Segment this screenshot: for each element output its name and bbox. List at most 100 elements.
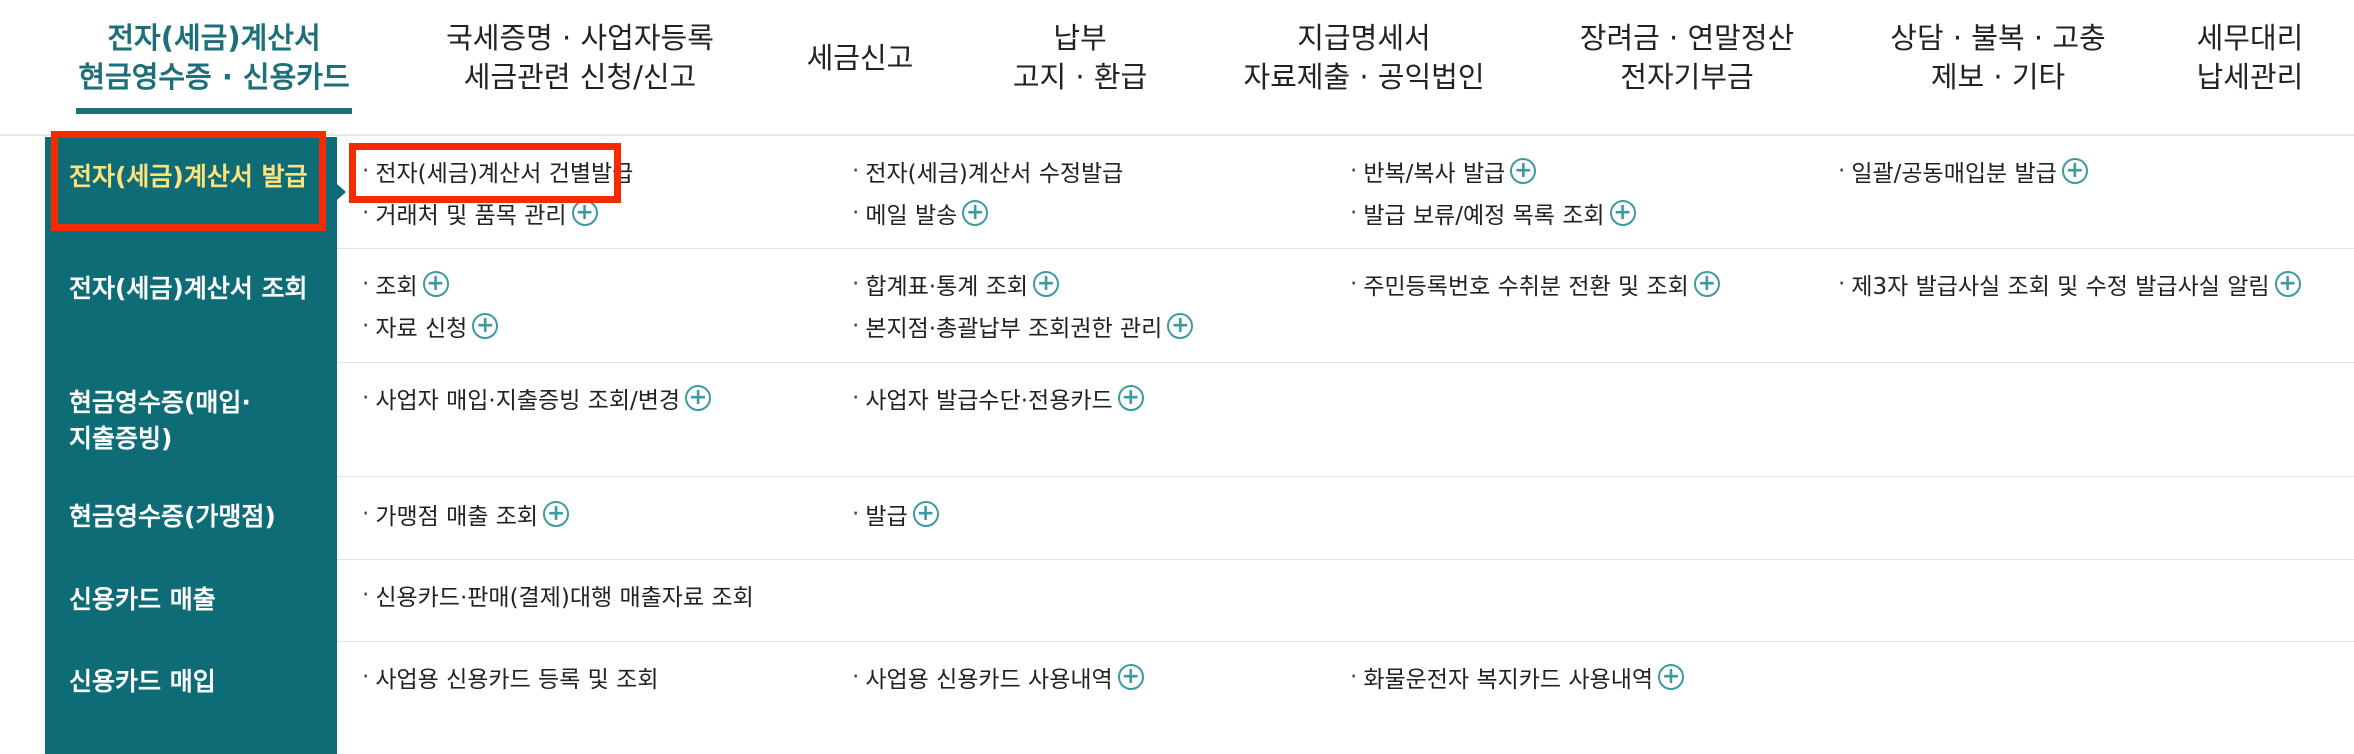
- bullet-icon: ·: [362, 200, 370, 226]
- bullet-icon: ·: [362, 158, 370, 184]
- link-label: 신용카드·판매(결제)대행 매출자료 조회: [375, 585, 754, 611]
- bullet-icon: ·: [362, 664, 370, 690]
- link-label: 자료 신청: [375, 316, 468, 342]
- bullet-icon: ·: [362, 271, 370, 297]
- link-hold-schedule-list[interactable]: · 발급 보류/예정 목록 조회 +: [1350, 196, 1636, 230]
- nav-tab-line: 납세관리: [2196, 60, 2304, 94]
- link-label: 제3자 발급사실 조회 및 수정 발급사실 알림: [1851, 274, 2270, 300]
- side-menu: 전자(세금)계산서 발급 전자(세금)계산서 조회 현금영수증(매입·지출증빙)…: [45, 137, 337, 754]
- nav-tab-incentive[interactable]: 장려금 · 연말정산 전자기부금: [1570, 0, 1804, 116]
- plus-circle-icon[interactable]: +: [1609, 200, 1636, 226]
- nav-tab-line: 전자기부금: [1620, 60, 1754, 94]
- link-bulk-issue[interactable]: · 일괄/공동매입분 발급 +: [1838, 154, 2088, 188]
- bullet-icon: ·: [1838, 158, 1846, 184]
- link-label: 사업용 신용카드 등록 및 조회: [375, 667, 659, 693]
- link-modify-issue[interactable]: · 전자(세금)계산서 수정발급: [852, 154, 1123, 188]
- link-label: 주민등록번호 수취분 전환 및 조회: [1363, 274, 1689, 300]
- row-divider: [337, 559, 2354, 560]
- sidebar-item-card-sales[interactable]: 신용카드 매출: [45, 582, 337, 618]
- nav-tab-line: 현금영수증 · 신용카드: [78, 60, 350, 94]
- bullet-icon: ·: [852, 385, 860, 411]
- link-repeat-issue[interactable]: · 반복/복사 발급 +: [1350, 154, 1537, 188]
- row-divider: [337, 641, 2354, 642]
- link-data-request[interactable]: · 자료 신청 +: [362, 309, 499, 343]
- plus-circle-icon[interactable]: +: [2061, 158, 2088, 184]
- plus-circle-icon[interactable]: +: [1117, 664, 1144, 690]
- nav-tab-line: 지급명세서: [1297, 21, 1431, 55]
- bullet-icon: ·: [852, 501, 860, 527]
- nav-tab-line: 장려금 · 연말정산: [1579, 21, 1795, 55]
- plus-circle-icon[interactable]: +: [1658, 664, 1685, 690]
- plus-circle-icon[interactable]: +: [543, 501, 570, 527]
- link-label: 전자(세금)계산서 수정발급: [865, 161, 1124, 187]
- nav-tab-line: 납부: [1053, 21, 1107, 55]
- sidebar-item-invoice-inquiry[interactable]: 전자(세금)계산서 조회: [45, 271, 337, 307]
- bullet-icon: ·: [1350, 158, 1358, 184]
- link-cash-receipt-issue[interactable]: · 발급 +: [852, 497, 939, 531]
- link-branch-permission[interactable]: · 본지점·총괄납부 조회권한 관리 +: [852, 309, 1194, 343]
- link-third-party-issue[interactable]: · 제3자 발급사실 조회 및 수정 발급사실 알림 +: [1838, 267, 2301, 301]
- bullet-icon: ·: [1838, 271, 1846, 297]
- nav-tab-line: 제보 · 기타: [1930, 60, 2066, 94]
- bullet-icon: ·: [362, 501, 370, 527]
- link-label: 사업자 발급수단·전용카드: [865, 388, 1113, 414]
- sidebar-item-cash-receipt-purchase[interactable]: 현금영수증(매입·지출증빙): [45, 385, 265, 457]
- link-partner-item-management[interactable]: · 거래처 및 품목 관리 +: [362, 196, 598, 230]
- nav-tab-consultation[interactable]: 상담 · 불복 · 고충 제보 · 기타: [1880, 0, 2116, 116]
- nav-tab-line: 국세증명 · 사업자등록: [446, 21, 714, 55]
- link-merchant-sales[interactable]: · 가맹점 매출 조회 +: [362, 497, 570, 531]
- link-card-sales-data[interactable]: · 신용카드·판매(결제)대행 매출자료 조회: [362, 578, 754, 612]
- link-business-purchase-evidence[interactable]: · 사업자 매입·지출증빙 조회/변경 +: [362, 381, 712, 415]
- plus-circle-icon[interactable]: +: [912, 501, 939, 527]
- nav-tab-line: 세금관련 신청/신고: [463, 60, 697, 94]
- link-resident-number-conversion[interactable]: · 주민등록번호 수취분 전환 및 조회 +: [1350, 267, 1720, 301]
- nav-tab-e-invoice[interactable]: 전자(세금)계산서 현금영수증 · 신용카드: [60, 0, 368, 116]
- nav-tab-payment[interactable]: 납부 고지 · 환급: [990, 0, 1170, 116]
- bullet-icon: ·: [1350, 200, 1358, 226]
- link-inquiry[interactable]: · 조회 +: [362, 267, 449, 301]
- plus-circle-icon[interactable]: +: [1693, 271, 1720, 297]
- plus-circle-icon[interactable]: +: [1117, 385, 1144, 411]
- link-summary-statistics[interactable]: · 합계표·통계 조회 +: [852, 267, 1060, 301]
- nav-tab-tax-return[interactable]: 세금신고: [790, 0, 930, 116]
- link-label: 사업자 매입·지출증빙 조회/변경: [375, 388, 681, 414]
- plus-circle-icon[interactable]: +: [472, 313, 499, 339]
- plus-circle-icon[interactable]: +: [1510, 158, 1537, 184]
- link-freight-welfare-card[interactable]: · 화물운전자 복지카드 사용내역 +: [1350, 660, 1685, 694]
- row-divider: [337, 362, 2354, 363]
- bullet-icon: ·: [362, 313, 370, 339]
- plus-circle-icon[interactable]: +: [422, 271, 449, 297]
- bullet-icon: ·: [852, 313, 860, 339]
- plus-circle-icon[interactable]: +: [1033, 271, 1060, 297]
- plus-circle-icon[interactable]: +: [685, 385, 712, 411]
- bullet-icon: ·: [852, 271, 860, 297]
- plus-circle-icon[interactable]: +: [1167, 313, 1194, 339]
- bullet-icon: ·: [1350, 664, 1358, 690]
- plus-circle-icon[interactable]: +: [962, 200, 989, 226]
- bullet-icon: ·: [362, 582, 370, 608]
- sidebar-item-card-purchase[interactable]: 신용카드 매입: [45, 664, 337, 700]
- link-business-issue-card[interactable]: · 사업자 발급수단·전용카드 +: [852, 381, 1144, 415]
- plus-circle-icon[interactable]: +: [2274, 271, 2301, 297]
- plus-circle-icon[interactable]: +: [571, 200, 598, 226]
- sidebar-item-cash-receipt-merchant[interactable]: 현금영수증(가맹점): [45, 499, 337, 535]
- nav-tab-line: 고지 · 환급: [1012, 60, 1148, 94]
- link-single-issue[interactable]: · 전자(세금)계산서 건별발급: [362, 154, 633, 188]
- nav-tab-line: 전자(세금)계산서: [107, 21, 321, 55]
- nav-tab-line: 상담 · 불복 · 고충: [1890, 21, 2106, 55]
- link-business-card-register[interactable]: · 사업용 신용카드 등록 및 조회: [362, 660, 658, 694]
- nav-tab-payment-statement[interactable]: 지급명세서 자료제출 · 공익법인: [1232, 0, 1496, 116]
- bullet-icon: ·: [362, 385, 370, 411]
- link-business-card-usage[interactable]: · 사업용 신용카드 사용내역 +: [852, 660, 1144, 694]
- link-label: 메일 발송: [865, 203, 958, 229]
- active-tab-underline: [76, 108, 352, 114]
- link-mail-send[interactable]: · 메일 발송 +: [852, 196, 989, 230]
- nav-tab-tax-agent[interactable]: 세무대리 납세관리: [2180, 0, 2320, 116]
- bullet-icon: ·: [852, 158, 860, 184]
- top-navigation: 전자(세금)계산서 현금영수증 · 신용카드 국세증명 · 사업자등록 세금관련…: [0, 0, 2354, 136]
- nav-tab-certificate[interactable]: 국세증명 · 사업자등록 세금관련 신청/신고: [430, 0, 730, 116]
- link-label: 거래처 및 품목 관리: [375, 203, 567, 229]
- link-label: 가맹점 매출 조회: [375, 504, 539, 530]
- active-arrow-icon: [337, 184, 346, 200]
- sidebar-item-invoice-issue[interactable]: 전자(세금)계산서 발급: [45, 159, 337, 195]
